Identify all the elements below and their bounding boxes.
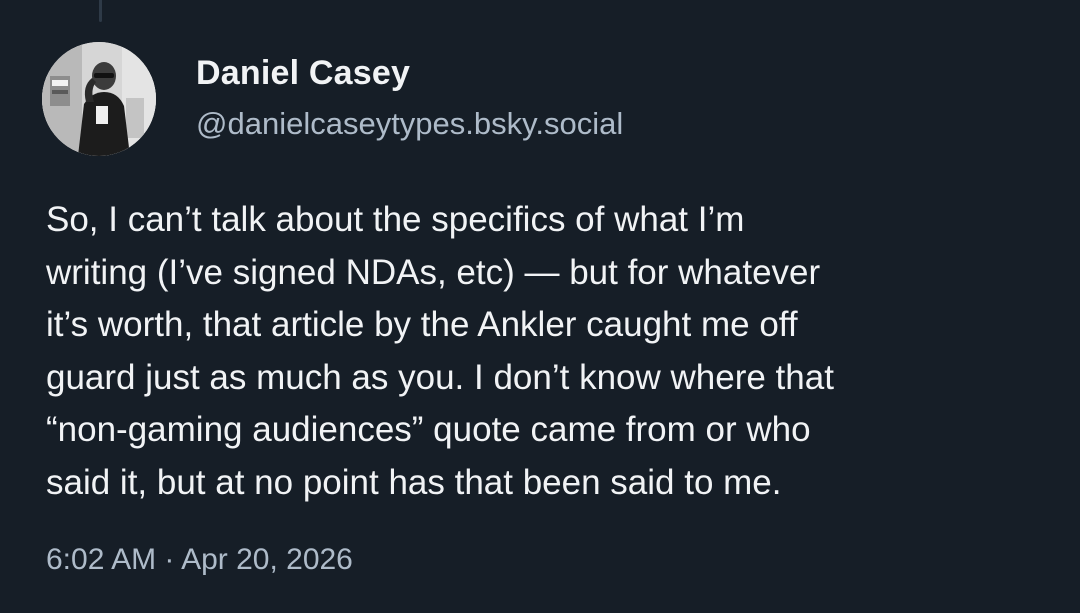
avatar-photo: [42, 42, 156, 156]
post-timestamp[interactable]: 6:02 AM · Apr 20, 2026: [46, 543, 353, 577]
author-handle[interactable]: @danielcaseytypes.bsky.social: [196, 106, 623, 142]
thread-connector-line: [99, 0, 102, 22]
post-text-line: guard just as much as you. I don’t know …: [46, 357, 834, 397]
avatar[interactable]: [42, 42, 156, 156]
post-text-line: So, I can’t talk about the specifics of …: [46, 200, 745, 239]
post-text-line: writing (I’ve signed NDAs, etc) — but fo…: [46, 252, 821, 292]
post-text-line: “non-gaming audiences” quote came from o…: [46, 410, 811, 450]
author-display-name[interactable]: Daniel Casey: [196, 54, 410, 93]
post-body: So, I can’t talk about the specifics of …: [46, 194, 1046, 510]
post-text-line: it’s worth, that article by the Ankler c…: [46, 305, 798, 345]
post-text-line: said it, but at no point has that been s…: [46, 462, 782, 502]
